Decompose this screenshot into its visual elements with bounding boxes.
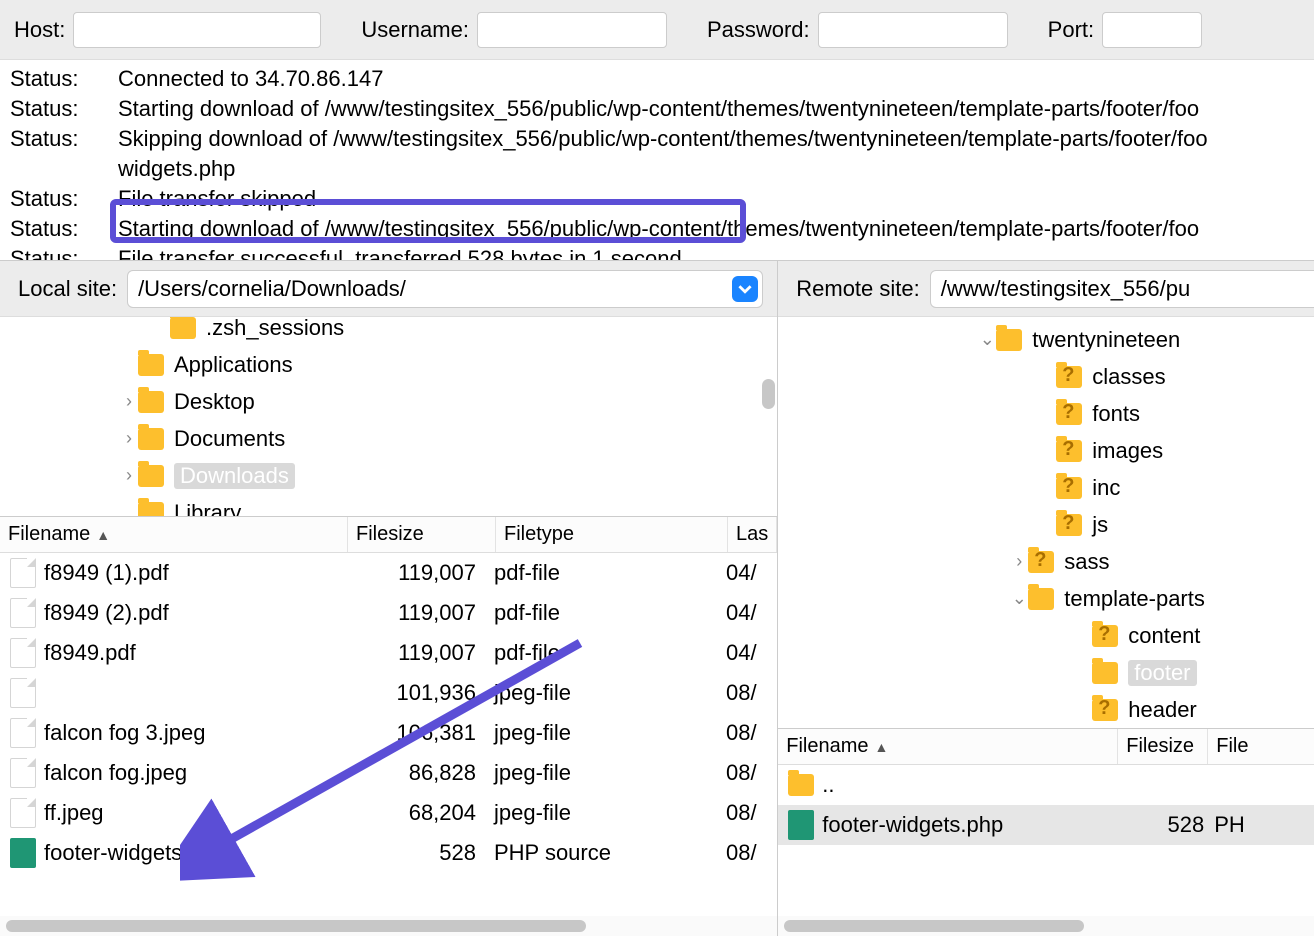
remote-tree[interactable]: ⌄twentynineteenclassesfontsimagesincjs›s… <box>778 317 1314 729</box>
tree-node[interactable]: ›sass <box>778 543 1314 580</box>
file-row[interactable]: falcon fog.jpeg86,828jpeg-file08/ <box>0 753 777 793</box>
port-label: Port: <box>1048 17 1094 43</box>
log-row: Status:File transfer skipped <box>10 184 1304 214</box>
local-file-list[interactable]: f8949 (1).pdf119,007pdf-file04/f8949 (2)… <box>0 553 777 916</box>
tree-node[interactable]: header <box>778 691 1314 728</box>
local-path-combo[interactable]: /Users/cornelia/Downloads/ <box>127 270 763 308</box>
tree-node[interactable]: ›Desktop <box>0 383 777 420</box>
log-row: Status:File transfer successful, transfe… <box>10 244 1304 260</box>
username-input[interactable] <box>477 12 667 48</box>
tree-node[interactable]: Library <box>0 494 777 517</box>
password-label: Password: <box>707 17 810 43</box>
tree-node[interactable]: classes <box>778 358 1314 395</box>
tree-node[interactable]: ›Documents <box>0 420 777 457</box>
file-icon <box>10 678 36 708</box>
tree-node[interactable]: .zsh_sessions <box>0 317 777 346</box>
col-filename[interactable]: Filename <box>786 735 868 758</box>
file-icon <box>10 598 36 628</box>
local-list-header[interactable]: Filename ▲ Filesize Filetype Las <box>0 517 777 553</box>
file-row[interactable]: f8949 (2).pdf119,007pdf-file04/ <box>0 593 777 633</box>
remote-site-label: Remote site: <box>796 276 920 302</box>
host-input[interactable] <box>73 12 321 48</box>
col-filesize[interactable]: Filesize <box>1126 735 1194 758</box>
local-pathbar: Local site: /Users/cornelia/Downloads/ <box>0 261 777 317</box>
file-row[interactable]: f8949.pdf119,007pdf-file04/ <box>0 633 777 673</box>
col-filename[interactable]: Filename <box>8 523 90 546</box>
tree-node[interactable]: Applications <box>0 346 777 383</box>
local-hscroll[interactable] <box>0 916 777 936</box>
col-lastmod[interactable]: Las <box>736 523 768 546</box>
file-row[interactable]: ff.jpeg68,204jpeg-file08/ <box>0 793 777 833</box>
tree-node[interactable]: content <box>778 617 1314 654</box>
file-icon <box>10 758 36 788</box>
scrollbar-thumb[interactable] <box>762 379 775 409</box>
php-file-icon <box>788 810 814 840</box>
username-label: Username: <box>361 17 469 43</box>
tree-node[interactable]: js <box>778 506 1314 543</box>
local-pane: Local site: /Users/cornelia/Downloads/ .… <box>0 260 778 936</box>
tree-node[interactable]: footer <box>778 654 1314 691</box>
remote-hscroll[interactable] <box>778 916 1314 936</box>
connection-toolbar: Host: Username: Password: Port: <box>0 0 1314 60</box>
tree-node[interactable]: fonts <box>778 395 1314 432</box>
tree-node[interactable]: images <box>778 432 1314 469</box>
remote-pathbar: Remote site: /www/testingsitex_556/pu <box>778 261 1314 317</box>
file-icon <box>10 558 36 588</box>
col-filetype[interactable]: Filetype <box>504 523 574 546</box>
status-log: Status:Connected to 34.70.86.147Status:S… <box>0 60 1314 260</box>
tree-node[interactable]: inc <box>778 469 1314 506</box>
tree-node[interactable]: ⌄twentynineteen <box>778 321 1314 358</box>
log-row: Status:Starting download of /www/testing… <box>10 94 1304 124</box>
file-row[interactable]: footer-widgets.php528PH <box>778 805 1314 845</box>
log-row: widgets.php <box>10 154 1304 184</box>
remote-path-value: /www/testingsitex_556/pu <box>941 276 1190 302</box>
log-row: Status:Starting download of /www/testing… <box>10 214 1304 244</box>
file-row[interactable]: falcon fog 3.jpeg106,381jpeg-file08/ <box>0 713 777 753</box>
file-row[interactable]: f8949 (1).pdf119,007pdf-file04/ <box>0 553 777 593</box>
col-filesize[interactable]: Filesize <box>356 523 424 546</box>
file-icon <box>10 638 36 668</box>
log-row: Status:Skipping download of /www/testing… <box>10 124 1304 154</box>
sort-asc-icon: ▲ <box>875 739 889 755</box>
file-icon <box>10 718 36 748</box>
tree-node[interactable]: ›Downloads <box>0 457 777 494</box>
chevron-down-icon[interactable] <box>732 276 758 302</box>
col-filetype[interactable]: File <box>1216 735 1248 758</box>
file-row[interactable]: 101,936jpeg-file08/ <box>0 673 777 713</box>
log-row: Status:Connected to 34.70.86.147 <box>10 64 1304 94</box>
local-tree[interactable]: .zsh_sessionsApplications›Desktop›Docume… <box>0 317 777 517</box>
sort-asc-icon: ▲ <box>96 527 110 543</box>
remote-pane: Remote site: /www/testingsitex_556/pu ⌄t… <box>778 260 1314 936</box>
php-file-icon <box>10 838 36 868</box>
local-path-value: /Users/cornelia/Downloads/ <box>138 276 406 302</box>
password-input[interactable] <box>818 12 1008 48</box>
remote-path-combo[interactable]: /www/testingsitex_556/pu <box>930 270 1314 308</box>
port-input[interactable] <box>1102 12 1202 48</box>
file-row[interactable]: footer-widgets.php528PHP source08/ <box>0 833 777 873</box>
folder-icon <box>788 774 814 796</box>
file-icon <box>10 798 36 828</box>
file-row[interactable]: .. <box>778 765 1314 805</box>
remote-file-list[interactable]: ..footer-widgets.php528PH <box>778 765 1314 916</box>
tree-node[interactable]: ⌄template-parts <box>778 580 1314 617</box>
local-site-label: Local site: <box>18 276 117 302</box>
remote-list-header[interactable]: Filename ▲ Filesize File <box>778 729 1314 765</box>
host-label: Host: <box>14 17 65 43</box>
